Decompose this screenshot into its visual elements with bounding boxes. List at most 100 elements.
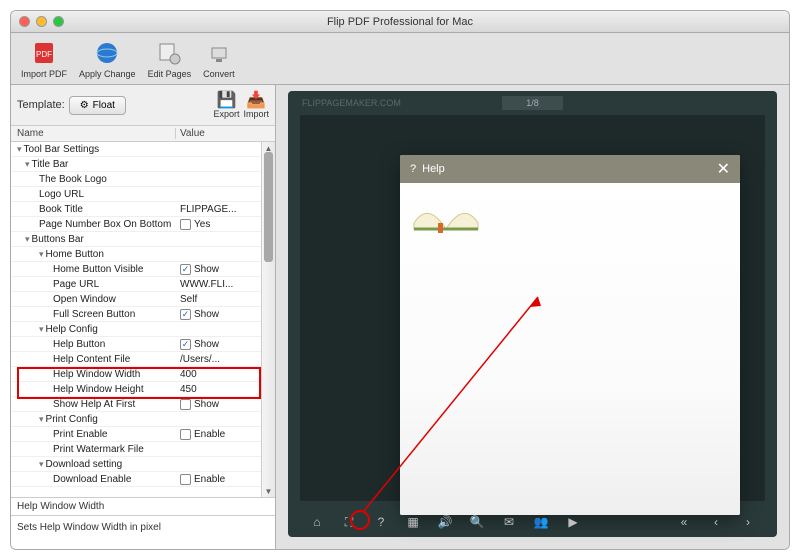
tree-row-name: Logo URL bbox=[11, 189, 176, 200]
tree-row-name: Page URL bbox=[11, 279, 176, 290]
tree-row[interactable]: Download EnableEnable bbox=[11, 472, 275, 487]
checkbox[interactable]: ✓ bbox=[180, 339, 191, 350]
tree-row-name: Print Watermark File bbox=[11, 444, 176, 455]
checkbox[interactable] bbox=[180, 429, 191, 440]
template-row: Template: ⚙ Float 💾 Export 📥 Import bbox=[11, 85, 275, 126]
tree-row[interactable]: Title Bar bbox=[11, 157, 275, 172]
tree-row-name: Download setting bbox=[11, 459, 176, 470]
template-selector-button[interactable]: ⚙ Float bbox=[69, 96, 126, 115]
first-page-icon[interactable]: « bbox=[677, 515, 691, 529]
tree-row[interactable]: The Book Logo bbox=[11, 172, 275, 187]
import-pdf-button[interactable]: PDF Import PDF bbox=[21, 37, 67, 80]
help-icon[interactable]: ? bbox=[374, 515, 388, 529]
template-label: Template: bbox=[17, 99, 65, 111]
tree-row-name: Page Number Box On Bottom bbox=[11, 219, 176, 230]
import-icon: 📥 bbox=[246, 91, 266, 109]
pages-icon bbox=[155, 39, 183, 67]
tree-row[interactable]: Tool Bar Settings bbox=[11, 142, 275, 157]
tree-row[interactable]: Help Window Height450 bbox=[11, 382, 275, 397]
checkbox[interactable] bbox=[180, 399, 191, 410]
tree-row-name: Book Title bbox=[11, 204, 176, 215]
tree-row-name: Help Content File bbox=[11, 354, 176, 365]
save-icon: 💾 bbox=[216, 91, 236, 109]
preview-panel: FLIPPAGEMAKER.COM 1/8 ? Help ✕ bbox=[276, 85, 789, 549]
tree-row[interactable]: Help Config bbox=[11, 322, 275, 337]
scroll-down-arrow-icon[interactable]: ▼ bbox=[262, 485, 275, 497]
page-indicator[interactable]: 1/8 bbox=[502, 96, 563, 110]
tree-header-value[interactable]: Value bbox=[176, 128, 275, 139]
tree-row[interactable]: Home Button bbox=[11, 247, 275, 262]
mail-icon[interactable]: ✉ bbox=[502, 515, 516, 529]
tree-row[interactable]: Print EnableEnable bbox=[11, 427, 275, 442]
scroll-thumb[interactable] bbox=[264, 152, 273, 262]
tree-row[interactable]: Help Content File/Users/... bbox=[11, 352, 275, 367]
tree-row-name: Open Window bbox=[11, 294, 176, 305]
edit-pages-button[interactable]: Edit Pages bbox=[148, 37, 192, 80]
tree-row[interactable]: Open WindowSelf bbox=[11, 292, 275, 307]
tree-row[interactable]: Help Button✓Show bbox=[11, 337, 275, 352]
checkbox[interactable]: ✓ bbox=[180, 264, 191, 275]
tree-row[interactable]: Download setting bbox=[11, 457, 275, 472]
help-dialog: ? Help ✕ bbox=[400, 155, 740, 515]
convert-button[interactable]: Convert bbox=[203, 37, 235, 80]
help-info-name: Help Window Width bbox=[11, 498, 275, 515]
checkbox[interactable] bbox=[180, 474, 191, 485]
export-button[interactable]: 💾 Export bbox=[213, 91, 239, 119]
tree-row[interactable]: Show Help At FirstShow bbox=[11, 397, 275, 412]
zoom-icon[interactable]: 🔍 bbox=[470, 515, 484, 529]
thumbnails-icon[interactable]: ▦ bbox=[406, 515, 420, 529]
tree-row-name: Download Enable bbox=[11, 474, 176, 485]
share-icon[interactable]: 👥 bbox=[534, 515, 548, 529]
tree-row-name: The Book Logo bbox=[11, 174, 176, 185]
import-button[interactable]: 📥 Import bbox=[243, 91, 269, 119]
window-titlebar: Flip PDF Professional for Mac bbox=[11, 11, 789, 33]
tree-row-name: Full Screen Button bbox=[11, 309, 176, 320]
svg-text:PDF: PDF bbox=[36, 50, 52, 59]
open-book-icon bbox=[410, 193, 482, 237]
tree-row-name: Show Help At First bbox=[11, 399, 176, 410]
tree-row[interactable]: Page Number Box On BottomYes bbox=[11, 217, 275, 232]
edit-pages-label: Edit Pages bbox=[148, 69, 192, 79]
next-page-icon[interactable]: › bbox=[741, 515, 755, 529]
help-dialog-header[interactable]: ? Help ✕ bbox=[400, 155, 740, 183]
tree-row[interactable]: Logo URL bbox=[11, 187, 275, 202]
gear-icon: ⚙ bbox=[80, 100, 89, 111]
tree-row[interactable]: Print Watermark File bbox=[11, 442, 275, 457]
window-title: Flip PDF Professional for Mac bbox=[11, 16, 789, 28]
tree-row[interactable]: Full Screen Button✓Show bbox=[11, 307, 275, 322]
import-pdf-label: Import PDF bbox=[21, 69, 67, 79]
brand-label: FLIPPAGEMAKER.COM bbox=[302, 98, 401, 108]
tree-row[interactable]: Help Window Width400 bbox=[11, 367, 275, 382]
sound-icon[interactable]: 🔊 bbox=[438, 515, 452, 529]
settings-tree: Name Value Tool Bar Settings Title Bar The… bbox=[11, 126, 275, 497]
home-icon[interactable]: ⌂ bbox=[310, 515, 324, 529]
expand-icon[interactable]: ⛶ bbox=[342, 515, 356, 529]
tree-row-name: Home Button Visible bbox=[11, 264, 176, 275]
tree-row-name: Buttons Bar bbox=[11, 234, 176, 245]
apply-change-button[interactable]: Apply Change bbox=[79, 37, 136, 80]
tree-row[interactable]: Print Config bbox=[11, 412, 275, 427]
tree-row-name: Title Bar bbox=[11, 159, 176, 170]
tree-row[interactable]: Home Button Visible✓Show bbox=[11, 262, 275, 277]
question-icon: ? bbox=[410, 163, 416, 175]
settings-panel: Template: ⚙ Float 💾 Export 📥 Import Name bbox=[11, 85, 276, 549]
preview-toolbar: ⌂ ⛶ ? ▦ 🔊 🔍 ✉ 👥 ▶ « ‹ › bbox=[300, 507, 765, 537]
checkbox[interactable]: ✓ bbox=[180, 309, 191, 320]
close-icon[interactable]: ✕ bbox=[717, 159, 730, 179]
checkbox[interactable] bbox=[180, 219, 191, 230]
tree-row-name: Tool Bar Settings bbox=[11, 144, 176, 155]
tree-header-name[interactable]: Name bbox=[11, 128, 176, 139]
tree-scrollbar[interactable]: ▲ ▼ bbox=[261, 142, 275, 497]
tree-row[interactable]: Page URLWWW.FLI... bbox=[11, 277, 275, 292]
tree-row[interactable]: Buttons Bar bbox=[11, 232, 275, 247]
main-toolbar: PDF Import PDF Apply Change Edit Pages C… bbox=[11, 33, 789, 85]
convert-label: Convert bbox=[203, 69, 235, 79]
tree-row-name: Help Window Height bbox=[11, 384, 176, 395]
tree-row-name: Home Button bbox=[11, 249, 176, 260]
prev-page-icon[interactable]: ‹ bbox=[709, 515, 723, 529]
tree-row[interactable]: Book TitleFLIPPAGE... bbox=[11, 202, 275, 217]
apply-change-label: Apply Change bbox=[79, 69, 136, 79]
flipbook-stage[interactable]: ? Help ✕ bbox=[300, 115, 765, 501]
globe-icon bbox=[93, 39, 121, 67]
play-icon[interactable]: ▶ bbox=[566, 515, 580, 529]
